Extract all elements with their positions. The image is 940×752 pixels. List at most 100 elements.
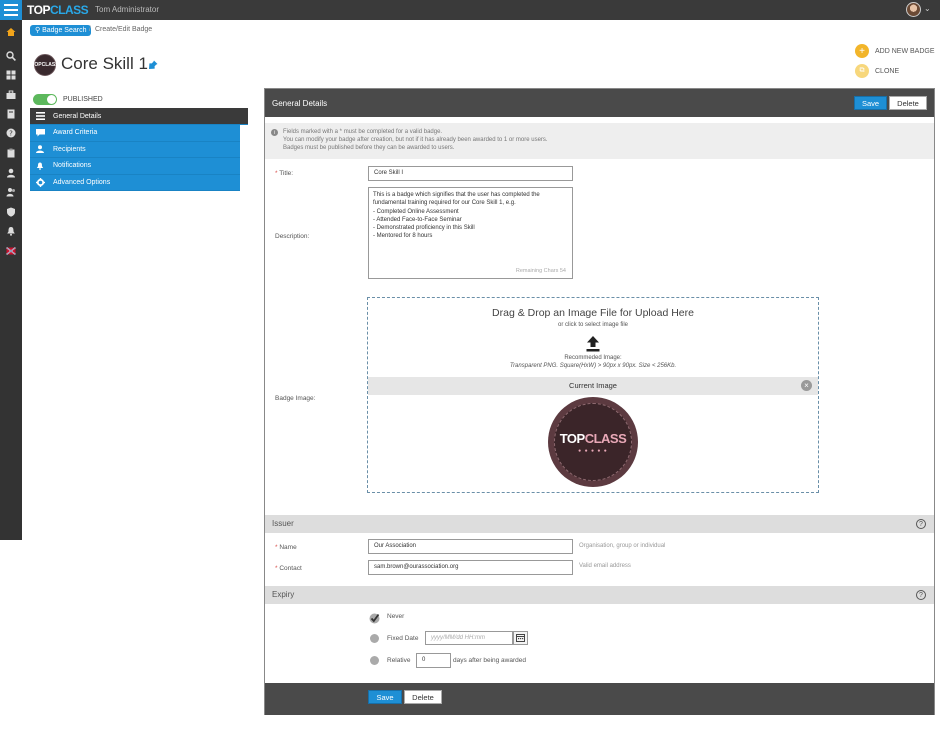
published-label: PUBLISHED: [63, 96, 103, 103]
description-line: - Attended Face-to-Face Seminar: [373, 216, 462, 223]
left-nav: ?: [0, 20, 22, 540]
clipboard-icon[interactable]: [5, 147, 17, 159]
fixed-date-label: Fixed Date: [387, 635, 419, 642]
gear-icon: [35, 177, 45, 187]
title-input[interactable]: Core Skill I: [368, 166, 573, 181]
users-icon[interactable]: [5, 186, 17, 198]
menu-item-label: Recipients: [53, 145, 86, 153]
published-toggle[interactable]: [33, 94, 57, 105]
panel-header: General Details: [265, 89, 934, 117]
current-image-label: Current Image: [569, 381, 617, 390]
add-new-badge-label: ADD NEW BADGE: [875, 47, 935, 55]
drop-subtitle: or click to select image file: [557, 322, 629, 328]
description-line: - Mentored for 8 hours: [373, 233, 433, 240]
grid-icon[interactable]: [5, 69, 17, 81]
info-line: Badges must be published before they can…: [283, 145, 455, 151]
expiry-title: Expiry: [272, 590, 295, 599]
recommended-label: Recommeded Image:: [564, 355, 622, 361]
published-toggle-group: PUBLISHED: [33, 94, 103, 105]
menu-item-label: General Details: [53, 112, 102, 120]
info-line: Fields marked with a * must be completed…: [283, 129, 443, 135]
bell-icon[interactable]: [5, 225, 17, 237]
menu-item-notifications[interactable]: Notifications: [30, 158, 240, 175]
user-icon[interactable]: [5, 167, 17, 179]
chevron-down-icon[interactable]: ⌄: [924, 4, 931, 13]
user-avatar[interactable]: [906, 2, 921, 17]
menu-item-label: Advanced Options: [53, 178, 111, 186]
flag-icon[interactable]: [5, 245, 17, 257]
shield-icon[interactable]: [5, 206, 17, 218]
menu-item-recipients[interactable]: Recipients: [30, 141, 240, 158]
briefcase-icon[interactable]: [5, 89, 17, 101]
description-line: - Completed Online Assessment: [373, 208, 459, 215]
description-textarea[interactable]: This is a badge which signifies that the…: [368, 187, 573, 279]
current-badge-image: TOPCLASS ● ● ● ● ●: [548, 397, 638, 487]
issuer-contact-hint: Valid email address: [579, 563, 631, 569]
calendar-icon[interactable]: [513, 631, 528, 645]
help-icon[interactable]: ?: [916, 590, 926, 600]
issuer-name-input[interactable]: Our Association: [368, 539, 573, 554]
footer-save-button[interactable]: Save: [368, 690, 402, 704]
general-details-panel: General Details Save Delete i Fields mar…: [264, 88, 935, 715]
relative-days-input[interactable]: 0: [416, 653, 451, 668]
breadcrumb-separator: /: [89, 26, 91, 33]
description-line: fundamental training required for our Co…: [373, 200, 516, 207]
plus-icon: +: [855, 44, 869, 58]
search-icon: ⚲: [35, 27, 41, 34]
breadcrumb-current: Create/Edit Badge: [95, 26, 153, 33]
menu-item-award-criteria[interactable]: Award Criteria: [30, 125, 240, 142]
panel-title: General Details: [272, 98, 328, 108]
never-label: Never: [387, 613, 405, 620]
search-icon[interactable]: [5, 50, 17, 62]
current-image-header: Current Image ×: [368, 377, 818, 395]
clone-button[interactable]: ⧉ CLONE: [855, 64, 899, 78]
info-line: You can modify your badge after creation…: [283, 137, 548, 143]
menu-item-label: Notifications: [53, 162, 92, 170]
remove-image-icon[interactable]: ×: [801, 380, 812, 391]
clone-label: CLONE: [875, 67, 900, 75]
upload-icon: [586, 336, 600, 357]
image-drop-zone[interactable]: Drag & Drop an Image File for Upload Her…: [367, 297, 819, 493]
relative-radio[interactable]: [370, 656, 379, 665]
description-line: This is a badge which signifies that the…: [373, 192, 540, 198]
never-radio-checked[interactable]: [369, 611, 380, 624]
issuer-section-header: Issuer ?: [265, 515, 934, 533]
app-logo[interactable]: TOPCLASS: [27, 3, 89, 17]
delete-button[interactable]: Delete: [889, 96, 927, 110]
badge-image-label: Badge Image:: [275, 395, 316, 402]
menu-item-general-details[interactable]: General Details: [30, 108, 248, 125]
fixed-date-input[interactable]: yyyy/MM/dd HH:mm: [425, 631, 513, 645]
remaining-chars: Remaining Chars 54: [515, 267, 566, 274]
description-label: Description:: [275, 233, 310, 240]
badge-section-menu: General Details Award Criteria Recipient…: [30, 108, 248, 191]
title-label: * Title:: [275, 170, 294, 177]
clone-icon: ⧉: [855, 64, 869, 78]
pin-icon[interactable]: [148, 57, 158, 75]
info-notice: i Fields marked with a * must be complet…: [265, 123, 934, 159]
user-name: Tom Administrator: [95, 5, 160, 14]
footer-delete-button[interactable]: Delete: [404, 690, 442, 704]
issuer-contact-label: * Contact: [275, 565, 302, 572]
fixed-date-radio[interactable]: [370, 634, 379, 643]
help-icon[interactable]: ?: [916, 519, 926, 529]
list-icon: [35, 112, 45, 120]
book-icon[interactable]: [5, 108, 17, 120]
expiry-section-header: Expiry ?: [265, 586, 934, 604]
issuer-name-label: * Name: [275, 544, 297, 551]
badge-search-label: Badge Search: [42, 27, 87, 34]
home-icon[interactable]: [5, 26, 17, 38]
menu-item-advanced-options[interactable]: Advanced Options: [30, 174, 240, 191]
drop-title: Drag & Drop an Image File for Upload Her…: [492, 307, 694, 319]
top-bar: TOPCLASS Tom Administrator ⌄: [0, 0, 940, 20]
description-line: - Demonstrated proficiency in this Skill: [373, 225, 475, 232]
save-button[interactable]: Save: [854, 96, 887, 110]
relative-label: Relative: [387, 657, 411, 664]
add-new-badge-button[interactable]: + ADD NEW BADGE: [855, 44, 935, 58]
badge-search-button[interactable]: ⚲ Badge Search: [30, 25, 92, 36]
issuer-title: Issuer: [272, 519, 294, 528]
badge-thumbnail: TOPCLASS: [31, 54, 59, 76]
hamburger-menu-icon[interactable]: [0, 0, 22, 20]
user-icon: [35, 145, 45, 154]
help-icon[interactable]: ?: [5, 127, 17, 139]
issuer-contact-input[interactable]: sam.brown@ourassociation.org: [368, 560, 573, 575]
